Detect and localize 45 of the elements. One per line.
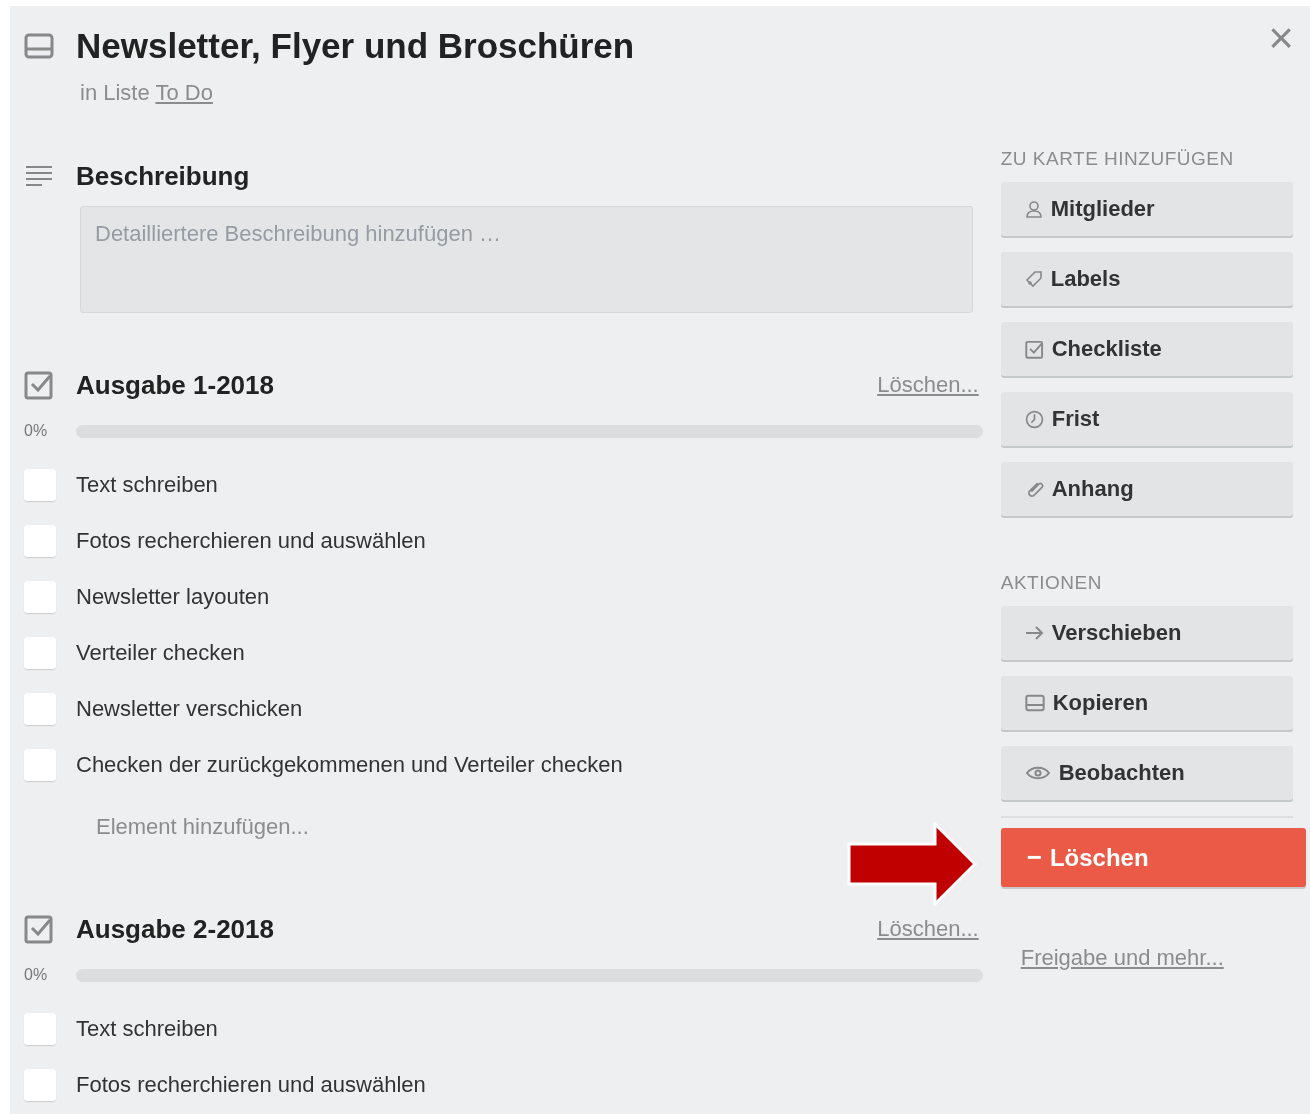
sidebar-button[interactable]: Anhang (1000, 462, 1293, 516)
progress-percent: 0% (23, 422, 49, 440)
eye-icon (1024, 766, 1051, 780)
tag-icon (1024, 270, 1043, 288)
checklist-item: Newsletter verschicken (76, 696, 303, 722)
checklist-icon (1024, 339, 1044, 359)
clock-icon (1024, 409, 1044, 429)
sidebar-button[interactable]: Verschieben (1000, 606, 1293, 660)
arrow-right-icon (1024, 626, 1044, 640)
sidebar-button[interactable]: Labels (1000, 252, 1293, 306)
progress-percent: 0% (23, 966, 49, 984)
checkbox[interactable] (24, 525, 56, 557)
checklist-icon (24, 370, 54, 400)
sidebar-button[interactable]: Checkliste (1000, 322, 1293, 376)
section-title: Beschreibung (76, 160, 251, 192)
list-label: in Liste (80, 80, 150, 105)
checklist-item: Text schreiben (76, 1016, 218, 1042)
checklist-item: Checken der zurückgekommenen und Verteiler checken (76, 752, 623, 778)
checklist-title: Ausgabe 2-2018 (76, 913, 275, 945)
checkbox[interactable] (24, 1013, 56, 1045)
checkbox[interactable] (24, 637, 56, 669)
checklist-item: Newsletter layouten (76, 584, 270, 610)
checklist-item: Verteiler checken (76, 640, 245, 666)
checkbox[interactable] (24, 749, 56, 781)
sidebar-button[interactable]: Frist (1000, 392, 1293, 446)
checkbox[interactable] (24, 469, 56, 501)
checklist-item: Text schreiben (76, 472, 218, 498)
card-icon (24, 33, 54, 59)
section-heading: ZU KARTE HINZUFÜGEN (1000, 148, 1235, 170)
checkbox[interactable] (24, 1069, 56, 1101)
checklist-title: Ausgabe 1-2018 (76, 369, 275, 401)
section-heading: AKTIONEN (1000, 572, 1103, 594)
checklist-item: Fotos recherchieren und auswählen (76, 1072, 426, 1098)
checklist-item: Fotos recherchieren und auswählen (76, 528, 426, 554)
sidebar-button[interactable]: Beobachten (1000, 746, 1293, 800)
person-icon (1024, 200, 1043, 218)
checklist-icon (24, 914, 54, 944)
checkbox[interactable] (24, 693, 56, 725)
sidebar-button[interactable]: Mitglieder (1000, 182, 1293, 236)
checkbox[interactable] (24, 581, 56, 613)
card-icon (1024, 694, 1045, 712)
card-title: Newsletter, Flyer und Broschüren (76, 26, 635, 66)
description-field[interactable]: Detailliertere Beschreibung hinzufügen … (80, 206, 973, 313)
description-icon (24, 164, 54, 188)
sidebar-button[interactable]: Kopieren (1000, 676, 1293, 730)
